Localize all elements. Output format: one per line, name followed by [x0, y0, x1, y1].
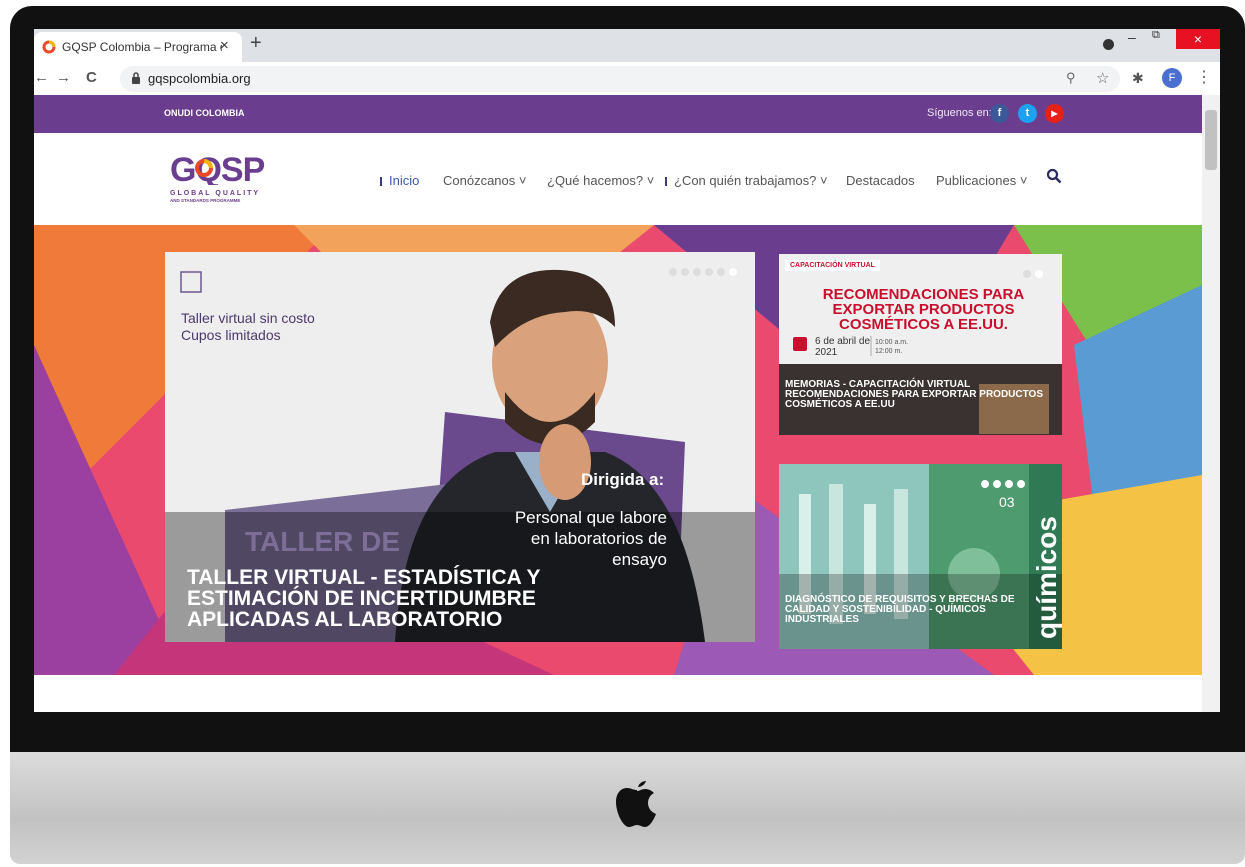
facebook-icon[interactable]: f [990, 104, 1009, 123]
tab-title: GQSP Colombia – Programa de C [62, 40, 222, 54]
apple-logo-icon [616, 781, 656, 827]
nav-inicio[interactable]: Inicio [380, 173, 419, 188]
profile-avatar[interactable]: F [1162, 68, 1182, 88]
slide-tag: Taller virtual sin costo Cupos limitados [181, 310, 315, 344]
news-card-quimicos[interactable]: 03 químicos DIAGNÓSTICO DE REQUISITOS Y … [779, 464, 1062, 649]
nav-inicio-label: Inicio [389, 173, 420, 188]
page-below-fold [34, 675, 1202, 712]
follow-label: Síguenos en: [927, 107, 992, 119]
slide-tag-line-2: Cupos limitados [181, 327, 281, 343]
slide-audience: Personal que labore en laboratorios de e… [514, 508, 667, 569]
news-card-cosmeticos[interactable]: CAPACITACIÓN VIRTUAL RECOMENDACIONES PAR… [779, 254, 1062, 435]
bookmark-star-icon[interactable]: ☆ [1096, 69, 1109, 87]
forward-button[interactable]: → [56, 69, 71, 86]
nav-con-quien-trabajamos[interactable]: ¿Con quién trabajamos? ˅ [665, 173, 828, 188]
profile-indicator-icon[interactable] [1103, 39, 1114, 50]
site-favicon-icon [42, 40, 56, 54]
tab-close-icon[interactable]: × [220, 37, 229, 54]
address-bar-row: ← → C gqspcolombia.org ⚲ ☆ ✱ F ⋮ [34, 62, 1220, 96]
site-header: GQSP GLOBAL QUALITY AND STANDARDS PROGRA… [34, 133, 1202, 225]
reload-button[interactable]: C [86, 69, 97, 86]
nav-conozcanos[interactable]: Conózcanos ˅ [443, 173, 526, 188]
minimize-button[interactable]: – [1128, 29, 1136, 49]
browser-window: GQSP Colombia – Programa de C × + – ⧉ × … [34, 29, 1220, 712]
nav-con-quien-label: ¿Con quién trabajamos? ˅ [674, 173, 828, 188]
search-icon[interactable] [1046, 168, 1062, 184]
close-window-button[interactable]: × [1176, 29, 1220, 49]
card1-time: 10:00 a.m. 12:00 m. [875, 339, 909, 355]
page-scrollbar[interactable] [1202, 95, 1220, 712]
omnibox[interactable]: gqspcolombia.org ⚲ ☆ [120, 66, 1120, 92]
new-tab-button[interactable]: + [250, 32, 262, 55]
card1-date: 6 de abril de 2021 [815, 336, 871, 358]
featured-slide[interactable]: Taller virtual sin costo Cupos limitados… [165, 252, 755, 642]
gqsp-logo[interactable]: GQSP GLOBAL QUALITY AND STANDARDS PROGRA… [170, 151, 280, 203]
card2-word: químicos [1031, 516, 1062, 639]
zoom-icon[interactable]: ⚲ [1066, 70, 1076, 86]
nav-indicator [380, 177, 382, 187]
twitter-icon[interactable]: t [1018, 104, 1037, 123]
slide-title[interactable]: TALLER VIRTUAL - ESTADÍSTICA Y ESTIMACIÓ… [187, 567, 607, 630]
imac-frame: GQSP Colombia – Programa de C × + – ⧉ × … [0, 0, 1245, 867]
onudi-label[interactable]: ONUDI COLOMBIA [164, 108, 245, 118]
site-top-bar: ONUDI COLOMBIA Síguenos en: f t ▶ [34, 95, 1202, 133]
card1-title[interactable]: MEMORIAS - CAPACITACIÓN VIRTUAL RECOMEND… [785, 380, 1053, 410]
nav-que-hacemos[interactable]: ¿Qué hacemos? ˅ [547, 173, 654, 188]
slide-tag-line-1: Taller virtual sin costo [181, 310, 315, 326]
hero-section: Taller virtual sin costo Cupos limitados… [34, 225, 1202, 675]
slide-dirigida: Dirigida a: [581, 470, 665, 489]
logo-tagline-2: AND STANDARDS PROGRAMME [170, 198, 241, 203]
logo-tagline: GLOBAL QUALITY [170, 190, 261, 197]
nav-destacados[interactable]: Destacados [846, 173, 915, 188]
slide-taller-de: TALLER DE [245, 526, 401, 557]
nav-indicator [665, 177, 667, 187]
url-text: gqspcolombia.org [148, 71, 251, 86]
gqsp-logo-mark-icon: GQSP [170, 151, 266, 189]
youtube-icon[interactable]: ▶ [1045, 104, 1064, 123]
menu-kebab-icon[interactable]: ⋮ [1196, 67, 1212, 87]
browser-tab[interactable]: GQSP Colombia – Programa de C × [34, 32, 242, 62]
tab-bar: GQSP Colombia – Programa de C × + – ⧉ × [34, 29, 1220, 62]
nav-publicaciones[interactable]: Publicaciones ˅ [936, 173, 1027, 188]
back-button[interactable]: ← [34, 69, 49, 86]
scrollbar-thumb[interactable] [1205, 110, 1217, 170]
card1-headline: RECOMENDACIONES PARA EXPORTAR PRODUCTOS … [822, 286, 1025, 333]
svg-text:GQSP: GQSP [170, 151, 265, 185]
lock-icon [132, 72, 140, 84]
restore-button[interactable]: ⧉ [1152, 29, 1160, 49]
card1-tag: CAPACITACIÓN VIRTUAL [785, 260, 880, 271]
card2-title[interactable]: DIAGNÓSTICO DE REQUISITOS Y BRECHAS DE C… [785, 595, 1025, 625]
extensions-icon[interactable]: ✱ [1132, 70, 1144, 87]
web-page: ONUDI COLOMBIA Síguenos en: f t ▶ GQSP G… [34, 95, 1202, 712]
card2-number: 03 [999, 494, 1015, 510]
